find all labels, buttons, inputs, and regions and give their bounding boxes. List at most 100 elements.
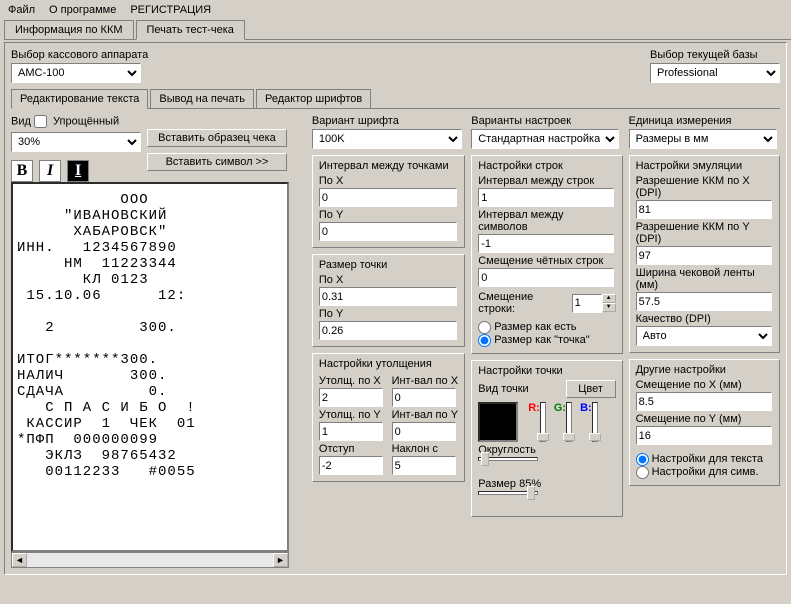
sub-tabs: Редактирование текста Вывод на печать Ре…	[11, 89, 780, 109]
indent-input[interactable]	[319, 456, 383, 475]
thick-iy-label: Инт-вал по Y	[392, 409, 459, 421]
pi-x-input[interactable]	[319, 188, 457, 207]
thick-uy-input[interactable]	[319, 422, 383, 441]
point-interval-title: Интервал между точками	[319, 160, 458, 172]
column-3: Варианты настроек Стандартная настройка …	[471, 115, 622, 568]
pi-y-label: По Y	[319, 209, 458, 221]
b-slider[interactable]	[592, 402, 598, 442]
menu-file[interactable]: Файл	[8, 4, 35, 16]
tape-width-input[interactable]	[636, 292, 772, 311]
insert-symbol-button[interactable]: Вставить символ >>	[147, 153, 287, 171]
thick-uy-label: Утолщ. по Y	[319, 409, 386, 421]
font-variant-select[interactable]: 100K	[312, 129, 462, 149]
subtab-edit[interactable]: Редактирование текста	[11, 89, 148, 109]
quality-label: Качество (DPI)	[636, 313, 773, 325]
pi-y-input[interactable]	[319, 222, 457, 241]
font-variant-label: Вариант шрифта	[312, 115, 465, 127]
r-label: R:	[528, 402, 540, 414]
row-offset-input[interactable]	[572, 294, 602, 313]
tab-test[interactable]: Печать тест-чека	[136, 20, 245, 40]
zoom-select[interactable]: 30%	[11, 132, 141, 152]
base-label: Выбор текущей базы	[650, 49, 780, 61]
settings-variant-select[interactable]: Стандартная настройка	[471, 129, 619, 149]
settings-variant-label: Варианты настроек	[471, 115, 622, 127]
slant-input[interactable]	[392, 456, 456, 475]
even-offset-input[interactable]	[478, 268, 614, 287]
receipt-preview[interactable]: ООО "ИВАНОВСКИЙ ХАБАРОВСК" ИНН. 12345678…	[11, 182, 289, 552]
ps-x-label: По X	[319, 274, 458, 286]
pi-x-label: По X	[319, 175, 458, 187]
unit-select[interactable]: Размеры в мм	[629, 129, 777, 149]
unit-label: Единица измерения	[629, 115, 780, 127]
indent-label: Отступ	[319, 443, 386, 455]
dpi-x-input[interactable]	[636, 200, 772, 219]
for-text-radio[interactable]: Настройки для текста	[636, 453, 763, 465]
menu-reg[interactable]: РЕГИСТРАЦИЯ	[130, 4, 211, 16]
color-button[interactable]: Цвет	[566, 380, 616, 398]
ps-y-input[interactable]	[319, 321, 457, 340]
size-asis-radio[interactable]: Размер как есть	[478, 321, 576, 333]
slant-label: Наклон с	[392, 443, 459, 455]
main-tabs: Информация по ККМ Печать тест-чека	[4, 20, 791, 40]
column-2: Вариант шрифта 100K Интервал между точка…	[312, 115, 465, 568]
ps-y-label: По Y	[319, 308, 458, 320]
ps-x-input[interactable]	[319, 287, 457, 306]
scroll-left-arrow[interactable]: ◄	[12, 553, 27, 567]
for-symb-radio[interactable]: Настройки для симв.	[636, 466, 759, 478]
view-label: Вид	[11, 115, 31, 127]
simple-checkbox[interactable]	[34, 115, 47, 128]
char-interval-input[interactable]	[478, 234, 614, 253]
other-title: Другие настройки	[636, 364, 773, 376]
offset-y-input[interactable]	[636, 426, 772, 445]
menubar: Файл О программе РЕГИСТРАЦИЯ	[0, 0, 791, 20]
spin-up[interactable]: ▲	[602, 294, 616, 303]
other-group: Другие настройки Смещение по X (мм) Смещ…	[629, 359, 780, 486]
italic-button[interactable]: I	[39, 160, 61, 182]
emu-group: Настройки эмуляции Разрешение ККМ по X (…	[629, 155, 780, 353]
size-point-radio[interactable]: Размер как "точка"	[478, 334, 589, 346]
thick-ux-input[interactable]	[319, 388, 383, 407]
dpi-y-input[interactable]	[636, 246, 772, 265]
row-offset-spinner[interactable]: ▲▼	[572, 294, 616, 313]
row-offset-label: Смещение строки:	[478, 291, 567, 315]
underline-button[interactable]: I	[67, 160, 89, 182]
g-label: G:	[554, 402, 566, 414]
base-select[interactable]: Professional	[650, 63, 780, 83]
subtab-font[interactable]: Редактор шрифтов	[256, 89, 371, 108]
menu-about[interactable]: О программе	[49, 4, 116, 16]
emu-title: Настройки эмуляции	[636, 160, 773, 172]
main-panel: Выбор кассового аппарата АМС-100 Выбор т…	[4, 42, 787, 575]
point-settings-group: Настройки точки Вид точки Цвет R: G: B: …	[471, 360, 622, 517]
r-slider[interactable]	[540, 402, 546, 442]
offset-x-label: Смещение по X (мм)	[636, 379, 773, 391]
line-interval-label: Интервал между строк	[478, 175, 615, 187]
scroll-right-arrow[interactable]: ►	[273, 553, 288, 567]
quality-select[interactable]: Авто	[636, 326, 772, 346]
offset-x-input[interactable]	[636, 392, 772, 411]
subtab-print[interactable]: Вывод на печать	[150, 89, 254, 108]
offset-y-label: Смещение по Y (мм)	[636, 413, 773, 425]
thick-group: Настройки утолщения Утолщ. по X Инт-вал …	[312, 353, 465, 482]
kassa-select[interactable]: АМС-100	[11, 63, 141, 83]
point-interval-group: Интервал между точками По X По Y	[312, 155, 465, 248]
round-label: Округлость	[478, 444, 615, 456]
line-settings-group: Настройки строк Интервал между строк Инт…	[471, 155, 622, 354]
dpi-x-label: Разрешение ККМ по X (DPI)	[636, 175, 773, 199]
spin-down[interactable]: ▼	[602, 303, 616, 312]
size-slider[interactable]	[478, 491, 538, 507]
thick-title: Настройки утолщения	[319, 358, 458, 370]
line-interval-input[interactable]	[478, 188, 614, 207]
g-slider[interactable]	[566, 402, 572, 442]
round-slider[interactable]	[478, 457, 538, 473]
point-view-label: Вид точки	[478, 383, 528, 395]
thick-ix-input[interactable]	[392, 388, 456, 407]
dpi-y-label: Разрешение ККМ по Y (DPI)	[636, 221, 773, 245]
thick-iy-input[interactable]	[392, 422, 456, 441]
b-label: B:	[580, 402, 592, 414]
line-settings-title: Настройки строк	[478, 160, 615, 172]
insert-sample-button[interactable]: Вставить образец чека	[147, 129, 287, 147]
bold-button[interactable]: B	[11, 160, 33, 182]
scrollbar-horizontal[interactable]: ◄ ►	[11, 552, 289, 568]
color-preview	[478, 402, 518, 442]
tab-info[interactable]: Информация по ККМ	[4, 20, 134, 39]
